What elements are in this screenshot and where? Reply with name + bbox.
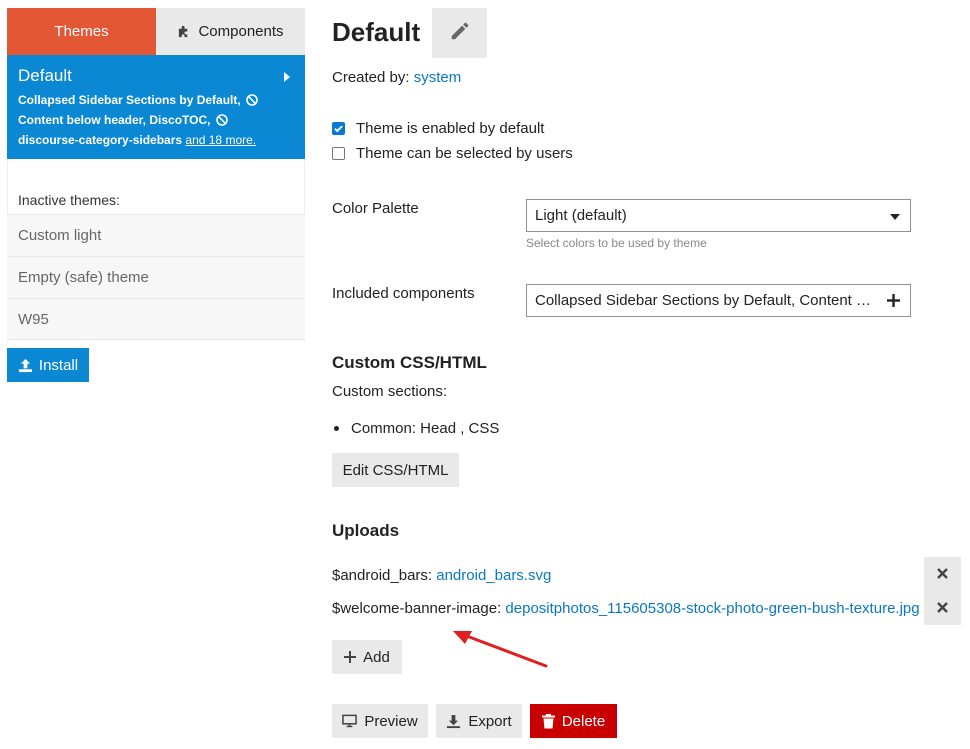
edit-name-button[interactable] (432, 8, 487, 58)
component-line-2: Content below header, DiscoTOC, (18, 113, 211, 127)
export-label: Export (468, 712, 512, 730)
upload-row: $android_bars: android_bars.svg (332, 567, 551, 584)
bullet-icon (334, 426, 339, 431)
puzzle-icon (177, 24, 192, 39)
color-palette-select[interactable]: Light (default) (526, 199, 911, 232)
edit-css-html-label: Edit CSS/HTML (342, 461, 449, 479)
user-selectable-checkbox[interactable]: Theme can be selected by users (332, 145, 573, 162)
ban-icon (246, 93, 258, 111)
preview-label: Preview (364, 712, 418, 730)
trash-icon (541, 713, 555, 729)
install-button[interactable]: Install (7, 348, 89, 382)
tab-themes[interactable]: Themes (7, 8, 156, 55)
upload-file-link[interactable]: depositphotos_115605308-stock-photo-gree… (505, 600, 919, 617)
included-components-select[interactable]: Collapsed Sidebar Sections by Default, C… (526, 284, 911, 317)
color-palette-value: Light (default) (535, 207, 627, 224)
preview-button[interactable]: Preview (332, 704, 428, 738)
custom-sections-label: Custom sections: (332, 383, 448, 400)
upload-file-link[interactable]: android_bars.svg (436, 567, 551, 584)
checkbox-label: Theme can be selected by users (356, 145, 573, 162)
caret-down-icon (890, 207, 900, 224)
add-upload-button[interactable]: Add (332, 640, 402, 674)
delete-button[interactable]: Delete (530, 704, 617, 738)
tab-components[interactable]: Components (156, 8, 305, 55)
inactive-themes-label: Inactive themes: (18, 192, 120, 208)
checkbox-unchecked[interactable] (332, 147, 345, 160)
component-line-3: discourse-category-sidebars (18, 133, 183, 147)
color-palette-label: Color Palette (332, 200, 419, 217)
remove-upload-button[interactable] (924, 557, 961, 591)
inactive-theme-item[interactable]: Custom light (7, 214, 305, 256)
close-icon (937, 566, 948, 583)
page-title: Default (332, 17, 421, 47)
custom-css-heading: Custom CSS/HTML (332, 353, 487, 372)
plus-icon (344, 651, 357, 663)
install-button-label: Install (38, 356, 79, 374)
checkbox-checked[interactable] (332, 122, 345, 135)
checkbox-label: Theme is enabled by default (356, 120, 545, 137)
included-components-label: Included components (332, 285, 475, 302)
created-by-label: Created by: (332, 69, 410, 86)
caret-right-icon (283, 69, 290, 86)
delete-label: Delete (561, 712, 606, 730)
selected-theme-item[interactable]: Default Collapsed Sidebar Sections by De… (7, 55, 305, 159)
component-line-1: Collapsed Sidebar Sections by Default, (18, 93, 241, 107)
enabled-by-default-checkbox[interactable]: Theme is enabled by default (332, 120, 544, 137)
upload-variable: $welcome-banner-image: (332, 600, 502, 617)
more-components-link[interactable]: and 18 more. (185, 133, 256, 147)
tab-themes-label: Themes (54, 23, 109, 40)
desktop-icon (342, 714, 358, 728)
included-components-value: Collapsed Sidebar Sections by Default, C… (535, 292, 879, 309)
edit-css-html-button[interactable]: Edit CSS/HTML (332, 453, 459, 487)
plus-icon[interactable] (887, 294, 900, 307)
created-by-user-link[interactable]: system (414, 69, 462, 86)
tab-components-label: Components (198, 23, 284, 40)
upload-variable: $android_bars: (332, 567, 433, 584)
inactive-theme-item[interactable]: Empty (safe) theme (7, 256, 305, 298)
remove-upload-button[interactable] (924, 591, 961, 625)
upload-icon (18, 358, 33, 373)
inactive-theme-item[interactable]: W95 (7, 298, 305, 340)
color-palette-hint: Select colors to be used by theme (526, 236, 707, 250)
upload-row: $welcome-banner-image: depositphotos_115… (332, 600, 920, 617)
download-icon (446, 714, 461, 729)
created-by: Created by: system (332, 69, 461, 86)
custom-section-item: Common: Head , CSS (334, 420, 499, 437)
annotation-arrow-icon (453, 631, 548, 668)
export-button[interactable]: Export (436, 704, 522, 738)
custom-section-text: Common: Head , CSS (351, 420, 500, 437)
selected-theme-name: Default (18, 66, 72, 85)
pencil-icon (449, 20, 471, 46)
selected-theme-components: Collapsed Sidebar Sections by Default, C… (18, 91, 294, 149)
admin-tabs: Themes Components (7, 8, 305, 55)
uploads-heading: Uploads (332, 521, 400, 540)
close-icon (937, 600, 948, 617)
add-upload-label: Add (363, 648, 390, 666)
ban-icon (216, 113, 228, 131)
